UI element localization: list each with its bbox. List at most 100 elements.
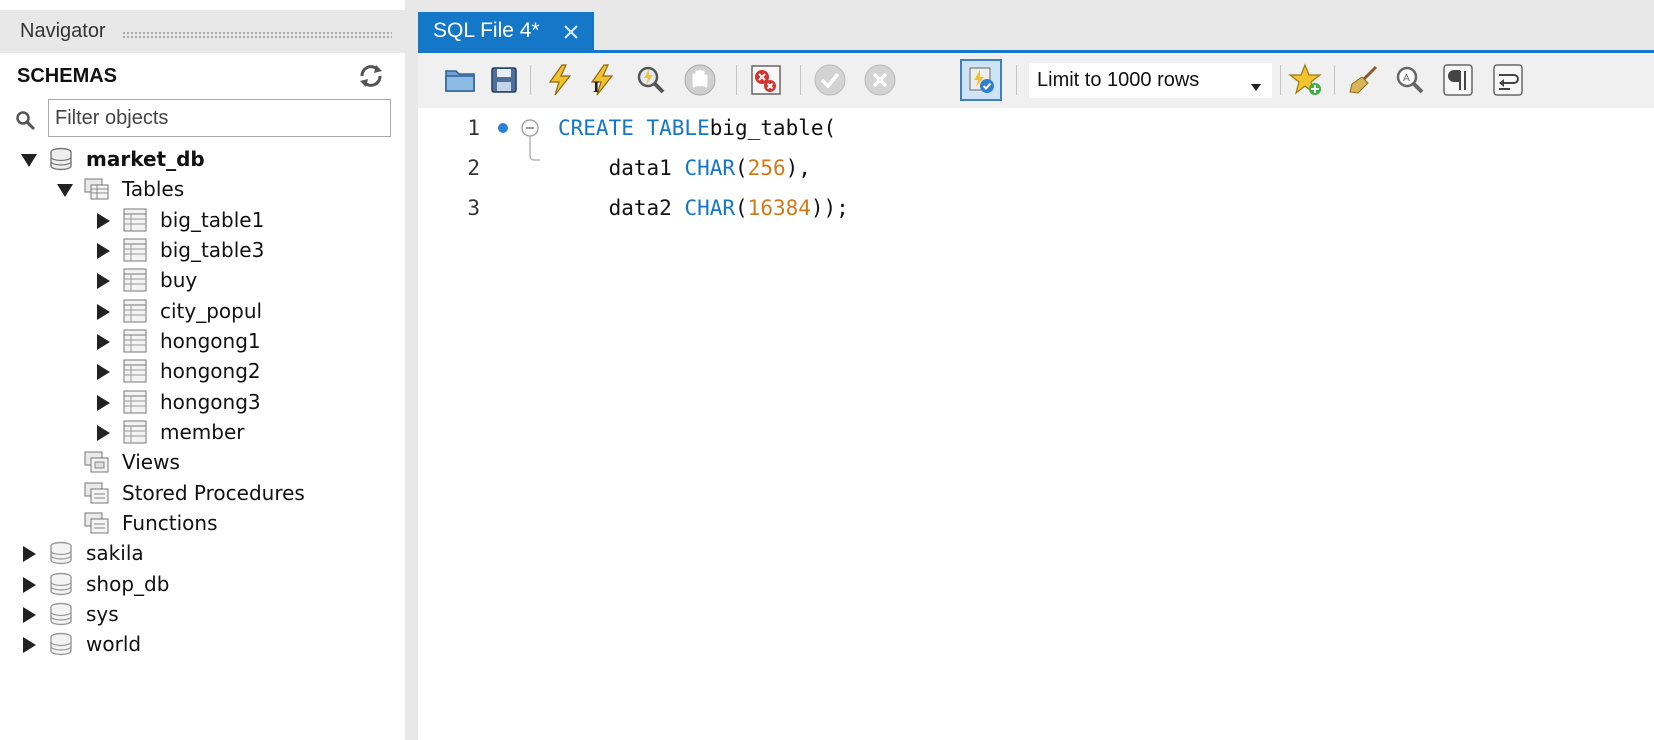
tree-item-views[interactable]: Views [56, 447, 180, 477]
line-number: 3 [467, 196, 480, 220]
code-text[interactable]: CREATE TABLEbig_table( [558, 116, 836, 140]
sql-text: ( [735, 156, 748, 180]
tree-item-table[interactable]: member [94, 417, 245, 447]
collapsed-arrow-icon[interactable] [94, 393, 112, 411]
search-icon [15, 110, 37, 132]
collapsed-arrow-icon[interactable] [94, 332, 112, 350]
svg-text:I: I [593, 80, 600, 96]
collapsed-arrow-icon[interactable] [94, 362, 112, 380]
tree-item-label: world [86, 632, 142, 656]
beautify-broom-icon[interactable] [1346, 62, 1382, 98]
toolbar-separator [736, 65, 737, 95]
collapsed-arrow-icon[interactable] [94, 211, 112, 229]
autocommit-toggle[interactable] [960, 59, 1002, 101]
execute-lightning-icon[interactable] [542, 62, 578, 98]
add-snippet-star-icon[interactable] [1288, 62, 1324, 98]
collapsed-arrow-icon[interactable] [94, 423, 112, 441]
fold-toggle-icon[interactable] [520, 118, 542, 164]
autocommit-icon [965, 64, 997, 96]
stop-hand-icon[interactable] [682, 62, 718, 98]
sql-text: big_table( [709, 116, 837, 140]
code-text[interactable]: data2 CHAR(16384)); [558, 196, 849, 220]
save-icon[interactable] [486, 62, 522, 98]
tree-item-functions[interactable]: Functions [56, 508, 218, 538]
tab-sql-file[interactable]: SQL File 4* [418, 12, 594, 51]
collapsed-arrow-icon[interactable] [94, 271, 112, 289]
word-wrap-icon[interactable] [1490, 62, 1526, 98]
tree-item-table[interactable]: hongong2 [94, 356, 261, 386]
code-line[interactable]: 1 CREATE TABLEbig_table( [418, 108, 1654, 148]
panel-drag-handle[interactable] [122, 31, 392, 38]
tree-item-label: hongong3 [160, 390, 261, 414]
sql-text: data2 [558, 196, 685, 220]
schemas-bar: SCHEMAS [0, 53, 405, 98]
tree-item-table[interactable]: hongong1 [94, 326, 261, 356]
explain-magnifier-icon[interactable] [632, 62, 668, 98]
tree-item-stored-procedures[interactable]: Stored Procedures [56, 478, 305, 508]
toolbar-separator [1280, 65, 1281, 95]
expanded-arrow-icon[interactable] [56, 180, 74, 198]
stop-on-error-icon[interactable] [748, 62, 784, 98]
invisible-chars-icon[interactable] [1440, 62, 1476, 98]
refresh-icon[interactable] [358, 63, 384, 89]
sql-number: 16384 [747, 196, 811, 220]
collapsed-arrow-icon[interactable] [20, 635, 38, 653]
commit-check-icon[interactable] [812, 62, 848, 98]
sql-keyword: CHAR [684, 156, 736, 180]
database-icon [48, 541, 74, 565]
tree-item-label: big_table1 [160, 208, 265, 232]
tree-item-label: Stored Procedures [122, 481, 305, 505]
sql-keyword: CHAR [684, 196, 736, 220]
tree-item-label: sys [86, 602, 119, 626]
collapsed-arrow-icon[interactable] [20, 605, 38, 623]
execute-current-icon[interactable]: I [584, 62, 620, 98]
tree-item-label: Views [122, 450, 180, 474]
tree-item-label: Tables [122, 177, 185, 201]
panel-divider[interactable] [405, 0, 418, 740]
table-icon [122, 238, 148, 262]
line-number: 2 [467, 156, 480, 180]
tree-item-schema[interactable]: sakila [20, 538, 144, 568]
collapsed-arrow-icon[interactable] [94, 302, 112, 320]
tree-item-label: hongong1 [160, 329, 261, 353]
limit-rows-select[interactable]: Limit to 1000 rows [1028, 62, 1273, 99]
code-line[interactable]: 2 data1 CHAR(256), [418, 148, 1654, 188]
line-number: 1 [467, 116, 480, 140]
table-icon [122, 329, 148, 353]
tree-item-tables[interactable]: Tables [56, 174, 184, 204]
tree-item-schema[interactable]: sys [20, 599, 119, 629]
rollback-x-icon[interactable] [862, 62, 898, 98]
sql-editor[interactable]: 1 CREATE TABLEbig_table( 2 data1 CHAR(25… [418, 108, 1654, 740]
close-icon[interactable] [563, 24, 579, 40]
tree-item-label: city_popul [160, 299, 263, 323]
filter-objects-input[interactable] [48, 99, 391, 137]
collapsed-arrow-icon[interactable] [20, 544, 38, 562]
find-magnifier-icon[interactable]: A [1392, 62, 1428, 98]
editor-toolbar: I Limit to 1000 rows A [418, 53, 1654, 108]
database-icon [48, 602, 74, 626]
tab-label: SQL File 4* [433, 19, 540, 42]
tree-item-schema[interactable]: shop_db [20, 569, 169, 599]
tree-item-market-db[interactable]: market_db [20, 144, 205, 174]
sql-text: )); [810, 196, 849, 220]
collapsed-arrow-icon[interactable] [20, 575, 38, 593]
statement-marker-dot[interactable] [498, 123, 508, 133]
tree-item-table[interactable]: city_popul [94, 296, 262, 326]
tree-item-label: Functions [122, 511, 218, 535]
tree-item-schema[interactable]: world [20, 629, 141, 659]
collapsed-arrow-icon[interactable] [94, 241, 112, 259]
open-folder-icon[interactable] [442, 62, 478, 98]
tree-item-table[interactable]: hongong3 [94, 387, 261, 417]
table-icon [122, 299, 148, 323]
table-icon [122, 420, 148, 444]
tree-item-table[interactable]: big_table3 [94, 235, 264, 265]
tree-item-label: market_db [86, 147, 205, 171]
chevron-down-icon [1251, 78, 1261, 91]
folder-functions-icon [84, 511, 110, 535]
toolbar-separator [530, 65, 531, 95]
expanded-arrow-icon[interactable] [20, 150, 38, 168]
tree-item-table[interactable]: buy [94, 265, 197, 295]
code-text[interactable]: data1 CHAR(256), [558, 156, 811, 180]
tree-item-table[interactable]: big_table1 [94, 205, 264, 235]
code-line[interactable]: 3 data2 CHAR(16384)); [418, 188, 1654, 228]
